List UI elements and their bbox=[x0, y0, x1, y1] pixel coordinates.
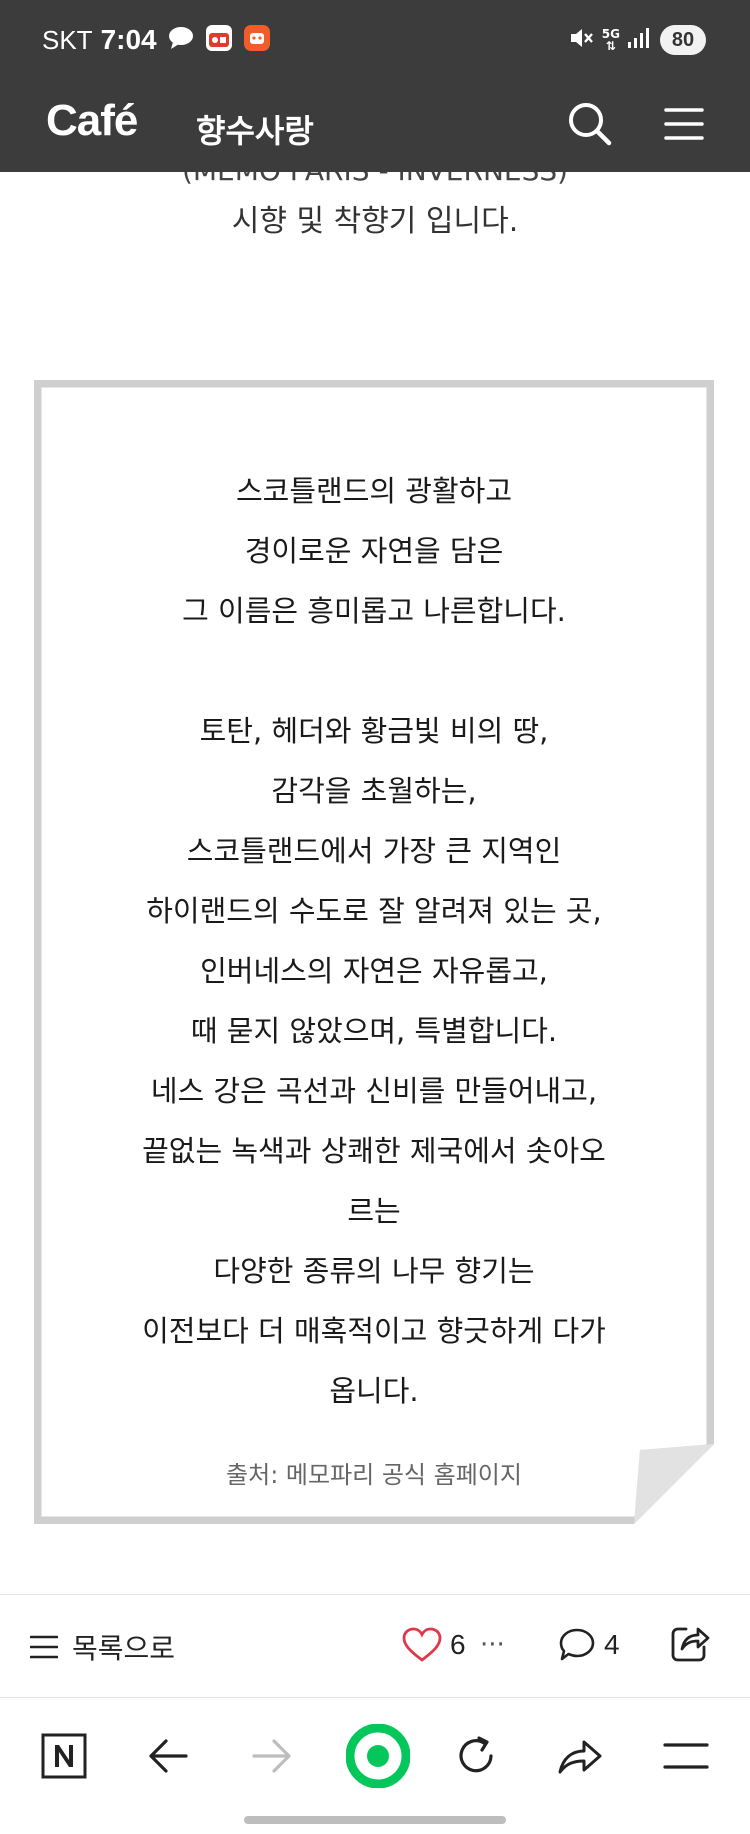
chat-bubble-icon bbox=[167, 26, 195, 54]
quote-line: 그 이름은 흥미롭고 나른합니다. bbox=[182, 594, 566, 628]
cafe-name[interactable]: 향수사랑 bbox=[196, 106, 314, 152]
menu-icon bbox=[664, 108, 704, 140]
quote-line: 하이랜드의 수도로 잘 알려져 있는 곳, bbox=[146, 894, 602, 928]
like-button[interactable]: 6 bbox=[402, 1623, 466, 1667]
comment-count: 4 bbox=[604, 1629, 620, 1660]
back-to-list-button[interactable]: 목록으로 bbox=[30, 1625, 175, 1669]
quote-line: 인버네스의 자연은 자유롭고, bbox=[200, 954, 548, 988]
cafe-logo[interactable]: Café bbox=[46, 96, 138, 146]
list-icon bbox=[30, 1635, 58, 1659]
quote-line: 경이로운 자연을 담은 bbox=[244, 534, 504, 568]
comment-icon bbox=[559, 1628, 595, 1661]
more-options-button[interactable]: ··· bbox=[480, 1623, 505, 1667]
forward-arrow-icon bbox=[252, 1739, 291, 1773]
refresh-button[interactable] bbox=[448, 1728, 504, 1784]
stanza-gap bbox=[41, 641, 707, 701]
share-icon bbox=[671, 1627, 710, 1662]
back-button[interactable] bbox=[140, 1728, 196, 1784]
back-to-list-label: 목록으로 bbox=[72, 1632, 176, 1665]
browser-menu-button[interactable] bbox=[658, 1728, 714, 1784]
quote-line: 토탄, 헤더와 황금빛 비의 땅, bbox=[199, 714, 549, 748]
comment-button[interactable]: 4 bbox=[558, 1623, 620, 1667]
intro-partial-text: (MEMO PARIS - INVERNESS) bbox=[0, 172, 750, 187]
app-notification-icon bbox=[243, 24, 271, 56]
app-header: Café 향수사랑 bbox=[0, 80, 750, 172]
search-button[interactable] bbox=[566, 100, 614, 148]
status-right: 5G ⇅ 80 bbox=[568, 20, 706, 60]
article-action-bar: 목록으로 6 ··· 4 bbox=[0, 1594, 750, 1698]
page-curl-decoration bbox=[634, 1444, 714, 1524]
quote-line: 이전보다 더 매혹적이고 향긋하게 다가 bbox=[142, 1314, 606, 1348]
forward-button[interactable] bbox=[244, 1728, 300, 1784]
heart-icon bbox=[402, 1627, 442, 1662]
quote-box: 스코틀랜드의 광활하고 경이로운 자연을 담은 그 이름은 흥미롭고 나른합니다… bbox=[34, 380, 714, 1524]
mute-icon bbox=[568, 25, 594, 55]
green-dot-icon bbox=[346, 1724, 410, 1788]
share-page-button[interactable] bbox=[552, 1728, 608, 1784]
browser-toolbar bbox=[0, 1698, 750, 1834]
quote-line: 르는 bbox=[347, 1194, 401, 1228]
on-badge-icon bbox=[205, 24, 233, 56]
status-bar: SKT 7:04 5G ⇅ 80 bbox=[0, 0, 750, 80]
home-indicator[interactable] bbox=[244, 1816, 506, 1824]
menu-button[interactable] bbox=[664, 104, 704, 144]
clock: 7:04 bbox=[100, 24, 157, 55]
intro-line: 시향 및 착향기 입니다. bbox=[231, 204, 519, 239]
quote-text: 스코틀랜드의 광활하고 경이로운 자연을 담은 그 이름은 흥미롭고 나른합니다… bbox=[41, 461, 707, 1421]
quote-line: 감각을 초월하는, bbox=[271, 774, 477, 808]
quote-line: 스코틀랜드의 광활하고 bbox=[235, 474, 513, 508]
quote-line: 옵니다. bbox=[329, 1374, 419, 1408]
quote-line: 다양한 종류의 나무 향기는 bbox=[213, 1254, 535, 1288]
carrier-label: SKT bbox=[42, 24, 93, 55]
signal-icon bbox=[626, 26, 650, 54]
like-count: 6 bbox=[450, 1629, 466, 1660]
naver-home-button[interactable] bbox=[36, 1728, 92, 1784]
refresh-icon bbox=[459, 1736, 493, 1773]
menu-icon bbox=[663, 1743, 709, 1769]
quote-line: 네스 강은 곡선과 신비를 만들어내고, bbox=[150, 1074, 598, 1108]
back-arrow-icon bbox=[149, 1739, 188, 1773]
green-dot-button[interactable] bbox=[338, 1716, 418, 1796]
share-arrow-icon bbox=[558, 1740, 602, 1774]
battery-indicator: 80 bbox=[660, 25, 706, 55]
data-arrows-icon: ⇅ bbox=[605, 39, 616, 53]
quote-line: 때 묻지 않았으며, 특별합니다. bbox=[190, 1014, 558, 1048]
intro-partial-line: (MEMO PARIS - INVERNESS) bbox=[0, 172, 750, 190]
status-left: SKT 7:04 bbox=[42, 20, 271, 60]
quote-line: 스코틀랜드에서 가장 큰 지역인 bbox=[186, 834, 562, 868]
quote-source: 출처: 메모파리 공식 홈페이지 bbox=[226, 1461, 522, 1489]
share-button[interactable] bbox=[668, 1621, 712, 1665]
quote-line: 끝없는 녹색과 상쾌한 제국에서 솟아오 bbox=[142, 1134, 606, 1168]
naver-icon bbox=[41, 1733, 87, 1779]
search-icon bbox=[569, 103, 612, 146]
network-type-badge: 5G ⇅ bbox=[602, 28, 620, 52]
